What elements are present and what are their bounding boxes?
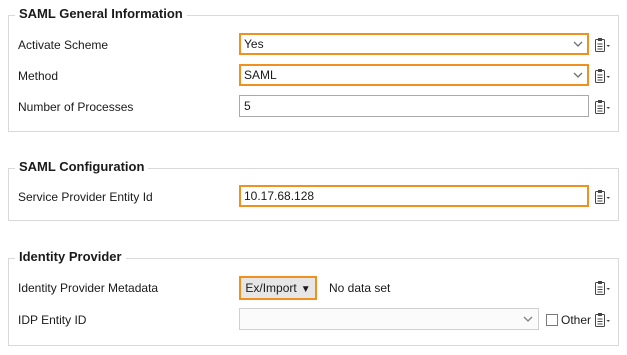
idp-entity-id-select[interactable] bbox=[239, 308, 539, 330]
caret-down-icon: ▼ bbox=[300, 284, 311, 295]
chevron-down-icon[interactable] bbox=[571, 66, 585, 84]
saml-config-title: SAML Configuration bbox=[15, 159, 149, 175]
sp-entity-id-value: 10.17.68.128 bbox=[244, 189, 315, 203]
method-value: SAML bbox=[244, 68, 277, 82]
method-select[interactable]: SAML bbox=[239, 64, 589, 86]
sp-entity-id-input[interactable]: 10.17.68.128 bbox=[239, 185, 589, 207]
num-processes-label: Number of Processes bbox=[18, 100, 134, 114]
ex-import-label: Ex/Import bbox=[245, 281, 297, 295]
saml-general-title: SAML General Information bbox=[15, 6, 187, 22]
clipboard-dropdown-icon[interactable] bbox=[594, 279, 612, 297]
activate-scheme-label: Activate Scheme bbox=[18, 38, 109, 52]
identity-provider-title: Identity Provider bbox=[15, 249, 126, 265]
num-processes-value: 5 bbox=[244, 99, 251, 113]
other-checkbox[interactable] bbox=[546, 314, 558, 326]
chevron-down-icon[interactable] bbox=[521, 309, 535, 329]
sp-entity-id-label: Service Provider Entity Id bbox=[18, 190, 153, 204]
activate-scheme-value: Yes bbox=[244, 37, 264, 51]
saml-general-section: SAML General Information Activate Scheme… bbox=[8, 6, 619, 132]
chevron-down-icon[interactable] bbox=[571, 35, 585, 53]
idp-metadata-status: No data set bbox=[329, 281, 391, 295]
clipboard-dropdown-icon[interactable] bbox=[594, 36, 612, 54]
other-checkbox-label: Other bbox=[561, 313, 592, 327]
idp-metadata-label: Identity Provider Metadata bbox=[18, 281, 159, 295]
idp-entity-id-label: IDP Entity ID bbox=[18, 313, 87, 327]
clipboard-dropdown-icon[interactable] bbox=[594, 98, 612, 116]
identity-provider-section: Identity Provider Identity Provider Meta… bbox=[8, 249, 619, 346]
clipboard-dropdown-icon[interactable] bbox=[594, 311, 612, 329]
method-label: Method bbox=[18, 69, 59, 83]
ex-import-button[interactable]: Ex/Import ▼ bbox=[239, 276, 317, 300]
activate-scheme-select[interactable]: Yes bbox=[239, 33, 589, 55]
saml-config-section: SAML Configuration Service Provider Enti… bbox=[8, 159, 619, 221]
clipboard-dropdown-icon[interactable] bbox=[594, 67, 612, 85]
clipboard-dropdown-icon[interactable] bbox=[594, 188, 612, 206]
num-processes-input[interactable]: 5 bbox=[239, 95, 589, 117]
